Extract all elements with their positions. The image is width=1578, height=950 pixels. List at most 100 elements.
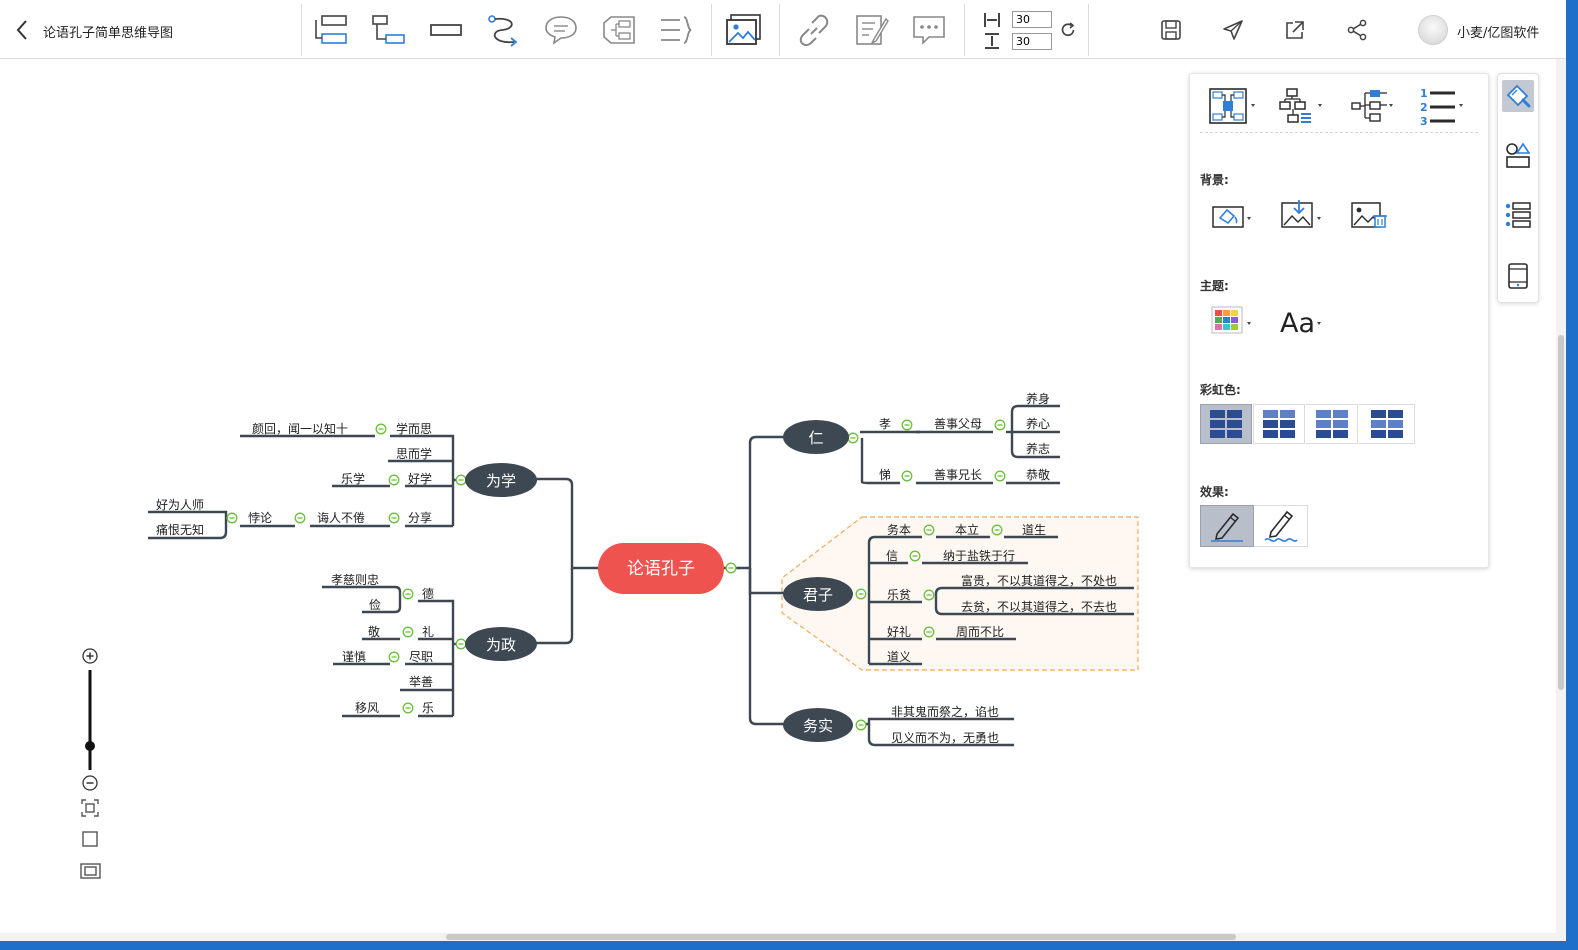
toolbar-divider [711, 4, 712, 56]
tab-presentation[interactable] [1502, 260, 1534, 292]
topic-label[interactable]: 颜回，闻一以知十 [252, 421, 348, 436]
rainbow-option-3[interactable] [1306, 404, 1358, 444]
topic-label[interactable]: 好学 [408, 471, 432, 486]
export-button[interactable] [1275, 10, 1315, 50]
topic-label[interactable]: 养身 [1026, 391, 1050, 406]
save-button[interactable] [1151, 10, 1191, 50]
zoom-in-button[interactable] [82, 648, 98, 664]
tab-page-style[interactable] [1502, 80, 1534, 112]
topic-label[interactable]: 举善 [409, 674, 433, 689]
insert-image-button[interactable] [724, 10, 764, 50]
theme-color-button[interactable] [1204, 298, 1260, 342]
topic-label[interactable]: 非其鬼而祭之，谄也 [891, 704, 999, 719]
topic-label[interactable]: 孝慈则忠 [331, 572, 379, 587]
zoom-slider-handle[interactable] [85, 741, 95, 751]
rainbow-option-4[interactable] [1359, 404, 1415, 444]
topic-label[interactable]: 分享 [408, 510, 432, 525]
fit-screen-icon [81, 799, 99, 817]
horizontal-spacing-input[interactable] [1012, 11, 1052, 28]
back-button[interactable] [12, 18, 34, 42]
background-fill-button[interactable] [1204, 193, 1260, 237]
topic-label[interactable]: 好礼 [887, 624, 911, 639]
topic-label[interactable]: 孝 [879, 417, 891, 431]
hyperlink-button[interactable] [794, 10, 834, 50]
fit-width-icon [80, 863, 101, 879]
rainbow-option-1[interactable] [1200, 404, 1252, 444]
layout-tree-button[interactable] [1274, 84, 1330, 128]
topic-label[interactable]: 纳于盐铁于行 [943, 549, 1015, 563]
reset-spacing-button[interactable] [1056, 10, 1080, 50]
share-button[interactable] [1337, 10, 1377, 50]
topic-label[interactable]: 养志 [1026, 441, 1050, 456]
zoom-out-button[interactable] [82, 775, 98, 791]
topic-label[interactable]: 信 [886, 549, 898, 563]
tab-shape-style[interactable] [1502, 139, 1534, 171]
topic-label[interactable]: 务本 [887, 522, 911, 537]
insert-topic-button[interactable] [311, 10, 351, 50]
topic-label[interactable]: 移风 [355, 701, 379, 715]
theme-label: 主题: [1200, 279, 1229, 293]
fit-to-screen-button[interactable] [81, 799, 99, 817]
effect-label: 效果: [1200, 485, 1229, 499]
topic-label[interactable]: 谨慎 [342, 650, 366, 664]
topic-label[interactable]: 去贫，不以其道得之，不去也 [961, 599, 1117, 614]
topic-label[interactable]: 周而不比 [956, 625, 1004, 639]
vertical-spacing-icon [985, 33, 999, 49]
effect-normal-button[interactable] [1200, 505, 1254, 547]
vertical-scrollbar-thumb[interactable] [1558, 335, 1564, 690]
topic-label[interactable]: 道义 [887, 650, 911, 664]
background-image-button[interactable] [1274, 193, 1330, 237]
fit-width-button[interactable] [80, 863, 101, 879]
numbering-button[interactable]: 123 [1416, 84, 1472, 128]
floating-topic-button[interactable] [426, 10, 466, 50]
topic-label[interactable]: 悖论 [248, 511, 272, 525]
topic-label[interactable]: 道生 [1022, 523, 1046, 537]
summary-button[interactable] [656, 10, 696, 50]
topic-label[interactable]: 尽职 [409, 650, 433, 664]
topic-label[interactable]: 乐学 [341, 471, 365, 486]
image-delete-icon [1351, 202, 1387, 228]
avatar[interactable] [1418, 15, 1448, 45]
topic-label[interactable]: 诲人不倦 [317, 510, 365, 525]
topic-label[interactable]: 思而学 [396, 446, 432, 461]
topic-label[interactable]: 本立 [955, 522, 979, 537]
topic-label[interactable]: 礼 [422, 624, 434, 639]
insert-subtopic-button[interactable] [369, 10, 409, 50]
topic-label[interactable]: 养心 [1026, 416, 1050, 431]
theme-font-button[interactable]: Aa [1274, 298, 1330, 342]
topic-label[interactable]: 敬 [368, 625, 380, 639]
topic-label[interactable]: 见义而不为，无勇也 [891, 731, 999, 745]
actual-size-button[interactable] [82, 831, 98, 847]
horizontal-scrollbar-thumb[interactable] [446, 934, 1236, 940]
topic-label[interactable]: 德 [422, 586, 434, 601]
topic-label[interactable]: 恭敬 [1026, 468, 1050, 482]
layout-org-button[interactable] [1346, 84, 1402, 128]
topic-label[interactable]: 善事父母 [934, 416, 982, 431]
export-icon [1286, 21, 1304, 39]
floating-topic-icon [430, 24, 462, 36]
effect-handdrawn-button[interactable] [1254, 505, 1308, 547]
remove-background-button[interactable] [1344, 193, 1400, 237]
layout-mindmap-button[interactable] [1204, 84, 1260, 128]
boundary-button[interactable] [599, 10, 639, 50]
topic-label[interactable]: 俭 [369, 597, 381, 612]
callout-button[interactable] [541, 10, 581, 50]
topic-label[interactable]: 富贵，不以其道得之，不处也 [961, 573, 1117, 588]
actual-size-icon [82, 831, 98, 847]
topic-label[interactable]: 好为人师 [156, 498, 204, 512]
note-button[interactable] [852, 10, 892, 50]
topic-label[interactable]: 学而思 [396, 421, 432, 436]
rainbow-option-2[interactable] [1253, 404, 1305, 444]
relationship-button[interactable] [484, 10, 524, 50]
topic-label[interactable]: 乐 [422, 701, 434, 715]
topic-label[interactable]: 乐贫 [887, 587, 911, 602]
vertical-spacing-input[interactable] [1012, 33, 1052, 50]
topic-label[interactable]: 善事兄长 [934, 467, 982, 482]
document-title: 论语孔子简单思维导图 [43, 26, 174, 41]
comment-button[interactable] [909, 10, 949, 50]
topic-label[interactable]: 悌 [879, 468, 891, 482]
send-button[interactable] [1213, 10, 1253, 50]
tab-outline[interactable] [1502, 199, 1534, 231]
topic-label[interactable]: 痛恨无知 [156, 522, 204, 537]
user-name[interactable]: 小麦/亿图软件 [1457, 22, 1539, 41]
